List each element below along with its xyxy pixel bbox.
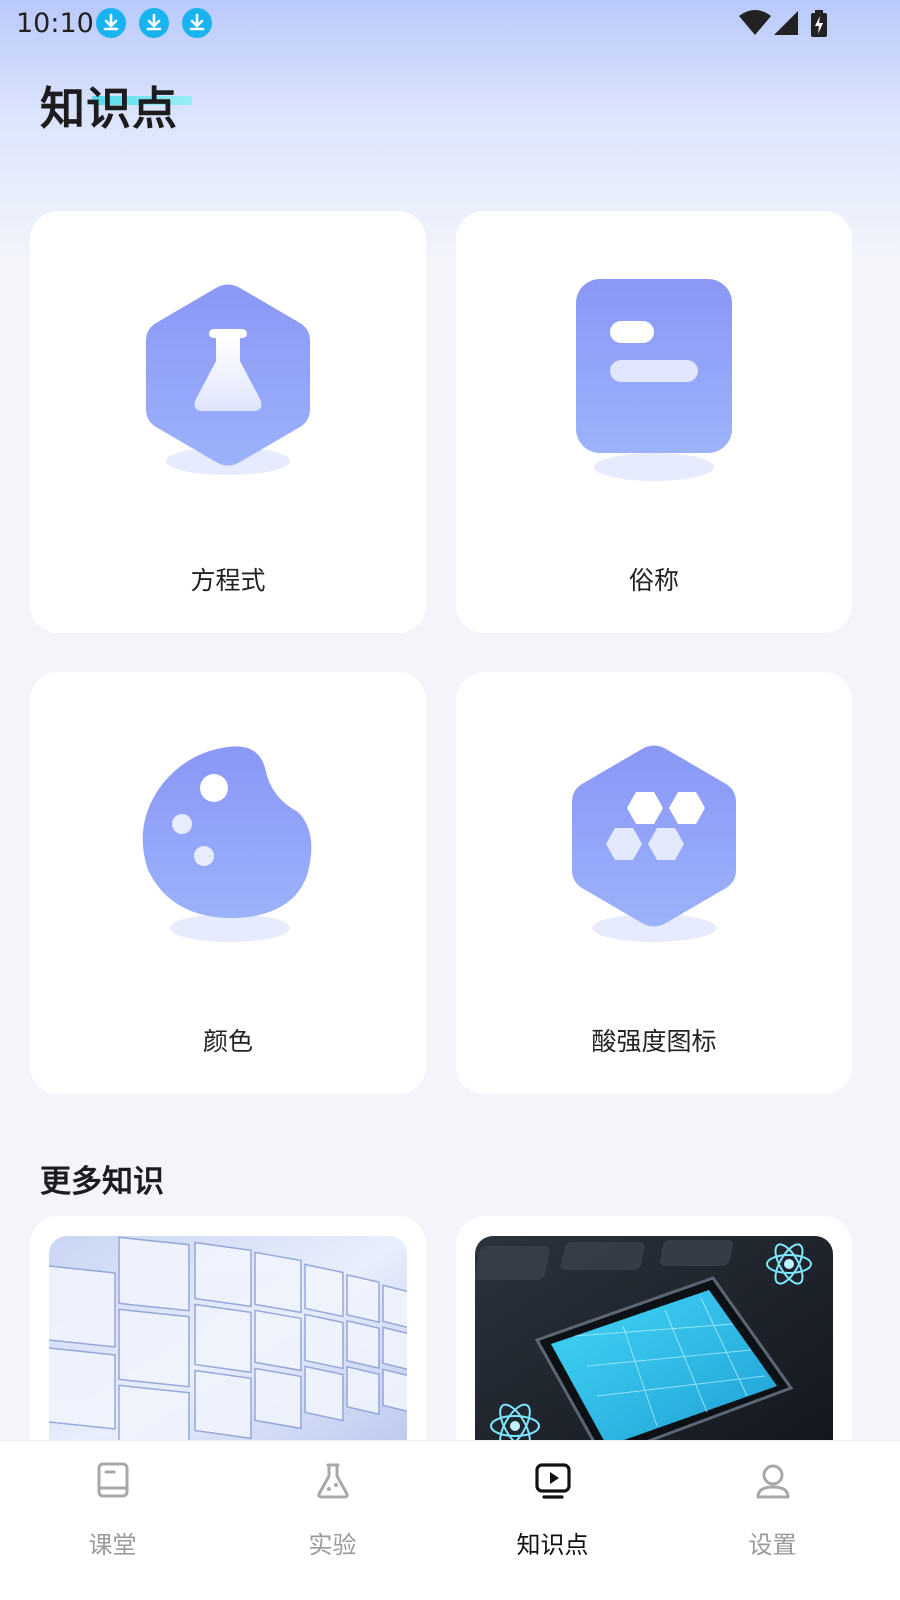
- nav-item-knowledge[interactable]: 知识点: [440, 1441, 665, 1600]
- user-icon: [756, 1464, 790, 1499]
- download-icon: [96, 8, 126, 38]
- flask-icon: [146, 284, 310, 475]
- card-common-name[interactable]: 俗称: [456, 211, 852, 633]
- nav-item-experiment[interactable]: 实验: [220, 1441, 445, 1600]
- status-time: 10:10: [16, 8, 94, 39]
- wifi-icon: [739, 10, 771, 35]
- nav-label: 设置: [748, 1531, 797, 1559]
- card-label: 颜色: [202, 1027, 253, 1056]
- screen: 10:10 知识点 方程式 俗称 颜色 酸强度图标 更多知识 课堂 实验 知识点…: [0, 0, 900, 1600]
- card-label: 方程式: [190, 566, 266, 595]
- book-icon: [97, 1462, 129, 1498]
- card-acid-strength[interactable]: 酸强度图标: [456, 672, 852, 1094]
- palette-icon: [142, 746, 312, 942]
- nav-label: 知识点: [516, 1531, 589, 1559]
- card-label: 酸强度图标: [591, 1027, 717, 1056]
- card-color[interactable]: 颜色: [30, 672, 426, 1094]
- bottom-nav: 课堂 实验 知识点 设置: [0, 1440, 900, 1600]
- download-icon: [182, 8, 212, 38]
- tablet-atom-image: [475, 1236, 833, 1466]
- card-label: 俗称: [628, 566, 679, 595]
- battery-charging-icon: [811, 10, 827, 37]
- hexagon-molecule-icon: [572, 745, 736, 942]
- page-title: 知识点: [40, 82, 179, 135]
- page-title-wrap: 知识点: [40, 72, 192, 137]
- section-title-more: 更多知识: [40, 1164, 164, 1200]
- download-icon: [139, 8, 169, 38]
- nav-label: 课堂: [88, 1531, 137, 1559]
- card-equation[interactable]: 方程式: [30, 211, 426, 633]
- signal-icon: [774, 11, 798, 35]
- periodic-table-image: [49, 1236, 407, 1466]
- flask-icon: [317, 1463, 349, 1499]
- nav-item-classroom[interactable]: 课堂: [0, 1441, 225, 1600]
- status-bar: 10:10: [0, 0, 900, 50]
- document-icon: [576, 279, 732, 481]
- nav-item-settings[interactable]: 设置: [660, 1441, 885, 1600]
- play-screen-icon: [535, 1463, 571, 1499]
- nav-label: 实验: [308, 1531, 357, 1559]
